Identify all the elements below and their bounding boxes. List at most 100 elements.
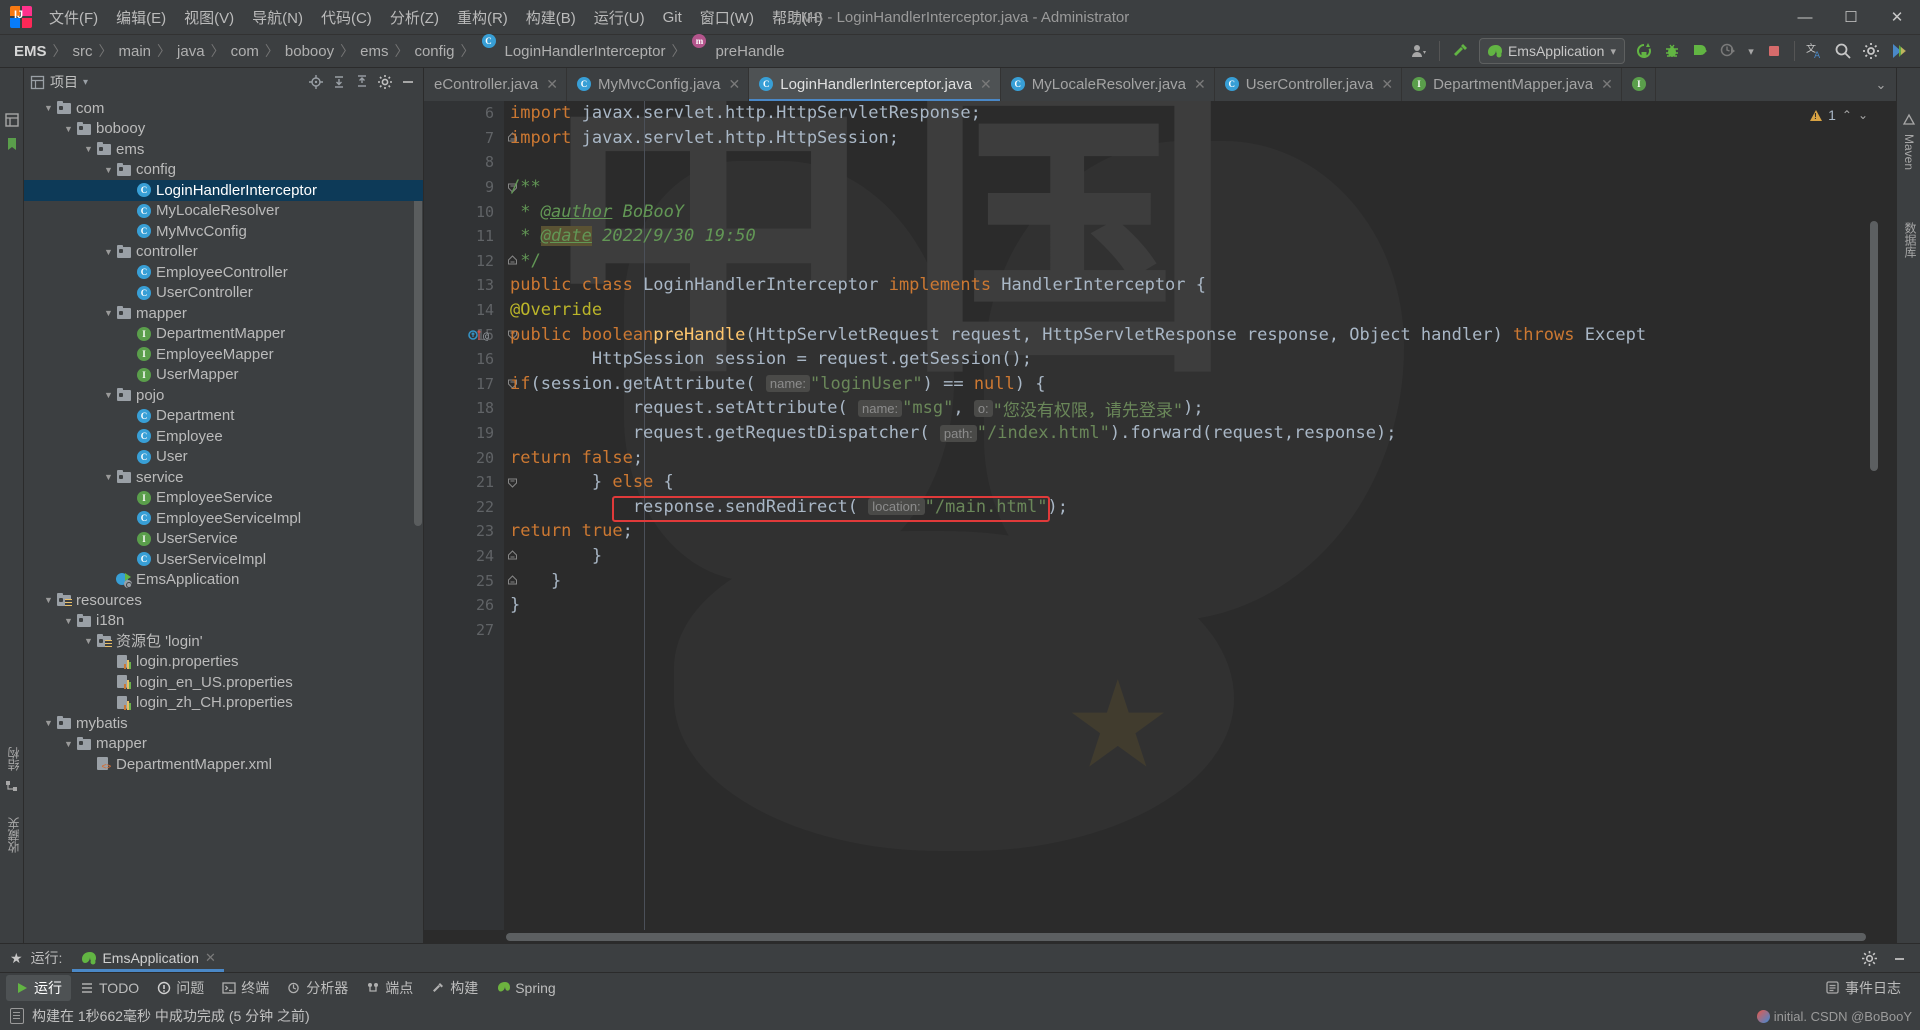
status-tool-todo[interactable]: TODO	[71, 975, 148, 1001]
tree-node-employee[interactable]: C Employee	[24, 426, 423, 447]
run-configuration-selector[interactable]: EmsApplication ▾	[1478, 38, 1625, 64]
status-tool--[interactable]: 问题	[148, 975, 213, 1001]
tree-node-login-en-us-properties[interactable]: login_en_US.properties	[24, 672, 423, 693]
tree-node-bobooy[interactable]: ▼ bobooy	[24, 119, 423, 140]
code-line-6[interactable]: import javax.servlet.http.HttpServletRes…	[510, 101, 1880, 126]
chevron-down-icon[interactable]: ▼	[42, 717, 55, 730]
close-icon[interactable]: ✕	[1601, 76, 1613, 93]
code-line-20[interactable]: return false;	[510, 445, 1880, 470]
breadcrumb-config[interactable]: config	[410, 41, 458, 62]
hammer-icon[interactable]	[1447, 38, 1473, 64]
chevron-down-icon[interactable]: ▼	[42, 102, 55, 115]
code-line-7[interactable]: import javax.servlet.http.HttpSession;	[510, 126, 1880, 151]
translate-icon[interactable]: 文A	[1802, 38, 1828, 64]
chevron-down-icon[interactable]: ▼	[42, 594, 55, 607]
menu-view[interactable]: 视图(V)	[175, 0, 243, 34]
code-line-16[interactable]: HttpSession session = request.getSession…	[510, 347, 1880, 372]
tree-node-userservice[interactable]: I UserService	[24, 529, 423, 550]
tree-node-mapper[interactable]: ▼ mapper	[24, 303, 423, 324]
override-marker-icon[interactable]: @	[468, 328, 492, 342]
tree-node-pojo[interactable]: ▼ pojo	[24, 385, 423, 406]
gutter-line-19[interactable]: 19	[424, 421, 504, 446]
tree-node-usercontroller[interactable]: C UserController	[24, 283, 423, 304]
rerun-icon[interactable]	[1631, 38, 1657, 64]
status-tool--[interactable]: 构建	[422, 975, 487, 1001]
collapse-all-icon[interactable]	[351, 71, 373, 93]
gutter-line-27[interactable]: 27	[424, 617, 504, 642]
tree-node-employeeserviceimpl[interactable]: C EmployeeServiceImpl	[24, 508, 423, 529]
maven-toolwindow-icon[interactable]	[1901, 112, 1917, 128]
chevron-down-icon[interactable]: ⌄	[1858, 108, 1868, 122]
editor-tab-loginhandlerinterceptor-java[interactable]: C LoginHandlerInterceptor.java ✕	[749, 68, 1001, 101]
tree-node-employeeservice[interactable]: I EmployeeService	[24, 488, 423, 509]
editor-horizontal-scrollbar[interactable]	[424, 930, 1896, 943]
tree-node-employeecontroller[interactable]: C EmployeeController	[24, 262, 423, 283]
gutter-line-11[interactable]: 11	[424, 224, 504, 249]
gutter-line-9[interactable]: 9	[424, 175, 517, 200]
code-editor[interactable]: 中国 ★ 6 7 8 9 10 11 12 13 14 15 @16 17 18 19 20 21 22 23 24…	[424, 101, 1896, 930]
code-line-26[interactable]: }	[510, 593, 1880, 618]
code-line-21[interactable]: } else {	[510, 470, 1880, 495]
close-icon[interactable]: ✕	[1194, 76, 1206, 93]
minimize-icon[interactable]	[1886, 945, 1912, 971]
project-tree[interactable]: ▼ com ▼ bobooy ▼ ems ▼ config C LoginHandlerInter…	[24, 96, 423, 943]
tree-node-login-properties[interactable]: login.properties	[24, 652, 423, 673]
gutter-line-26[interactable]: 26	[424, 593, 504, 618]
editor-tab-econtroller-java[interactable]: eController.java ✕	[424, 68, 567, 101]
chevron-down-icon[interactable]: ▼	[102, 389, 115, 402]
expand-all-icon[interactable]	[328, 71, 350, 93]
gutter-line-17[interactable]: 17	[424, 372, 517, 397]
status-tool--[interactable]: 运行	[6, 974, 71, 1001]
code-line-23[interactable]: return true;	[510, 519, 1880, 544]
tree-node-login-zh-ch-properties[interactable]: login_zh_CH.properties	[24, 693, 423, 714]
close-icon[interactable]: ✕	[980, 76, 992, 93]
tree-node-mymvcconfig[interactable]: C MyMvcConfig	[24, 221, 423, 242]
code-line-10[interactable]: * @author BoBooY	[510, 199, 1880, 224]
menu-refactor[interactable]: 重构(R)	[448, 0, 517, 34]
gutter-line-21[interactable]: 21	[424, 470, 517, 495]
breadcrumb-java[interactable]: java	[173, 41, 209, 62]
updates-icon[interactable]	[1886, 38, 1912, 64]
project-title-group[interactable]: 项目 ▾	[30, 72, 88, 92]
gutter-line-7[interactable]: 7	[424, 126, 517, 151]
editor-vertical-scrollbar[interactable]	[1870, 221, 1878, 471]
gutter-line-20[interactable]: 20	[424, 445, 504, 470]
left-strip-favorites[interactable]: 收藏夹	[3, 813, 24, 857]
tree-node-mybatis[interactable]: ▼ mybatis	[24, 713, 423, 734]
locate-icon[interactable]	[305, 71, 327, 93]
maximize-button[interactable]: ☐	[1828, 0, 1874, 34]
gutter-line-23[interactable]: 23	[424, 519, 504, 544]
chevron-down-icon[interactable]: ▼	[62, 122, 75, 135]
editor-gutter[interactable]: 6 7 8 9 10 11 12 13 14 15 @16 17 18 19 20 21 22 23 24 25 26 2…	[424, 101, 517, 930]
tree-node-department[interactable]: C Department	[24, 406, 423, 427]
user-icon[interactable]	[1406, 38, 1432, 64]
code-line-27[interactable]	[510, 617, 1880, 642]
status-tool--[interactable]: 端点	[357, 975, 422, 1001]
code-line-25[interactable]: }	[510, 568, 1880, 593]
close-icon[interactable]: ✕	[729, 76, 741, 93]
code-line-19[interactable]: request.getRequestDispatcher( path: "/in…	[510, 421, 1880, 446]
code-line-17[interactable]: if (session.getAttribute( name: "loginUse…	[510, 372, 1880, 397]
breadcrumb-bobooy[interactable]: bobooy	[281, 41, 338, 62]
minimize-button[interactable]: —	[1782, 0, 1828, 34]
tree-node-employeemapper[interactable]: I EmployeeMapper	[24, 344, 423, 365]
debug-icon[interactable]	[1659, 38, 1685, 64]
code-line-22[interactable]: response.sendRedirect( location: "/main.…	[510, 495, 1880, 520]
gutter-line-14[interactable]: 14	[424, 298, 504, 323]
close-icon[interactable]: ✕	[546, 76, 558, 93]
menu-help[interactable]: 帮助(H)	[763, 0, 832, 34]
tree-node-emsapplication[interactable]: EmsApplication	[24, 570, 423, 591]
stop-icon[interactable]	[1761, 38, 1787, 64]
tree-node-usermapper[interactable]: I UserMapper	[24, 365, 423, 386]
left-strip-structure[interactable]: 结构	[3, 743, 24, 775]
right-strip-database[interactable]: 数据库	[1900, 218, 1920, 262]
breadcrumb-ems[interactable]: EMS	[10, 41, 51, 62]
favorite-star-icon[interactable]: ★	[10, 950, 23, 967]
chevron-down-icon[interactable]: ▾	[1743, 38, 1759, 64]
editor-tab-mylocaleresolver-java[interactable]: C MyLocaleResolver.java ✕	[1001, 68, 1215, 101]
tree-node-userserviceimpl[interactable]: C UserServiceImpl	[24, 549, 423, 570]
gutter-line-12[interactable]: 12	[424, 249, 517, 274]
code-line-8[interactable]	[510, 150, 1880, 175]
status-tool--[interactable]: 分析器	[278, 975, 357, 1001]
breadcrumb-method[interactable]: preHandle	[711, 41, 788, 62]
